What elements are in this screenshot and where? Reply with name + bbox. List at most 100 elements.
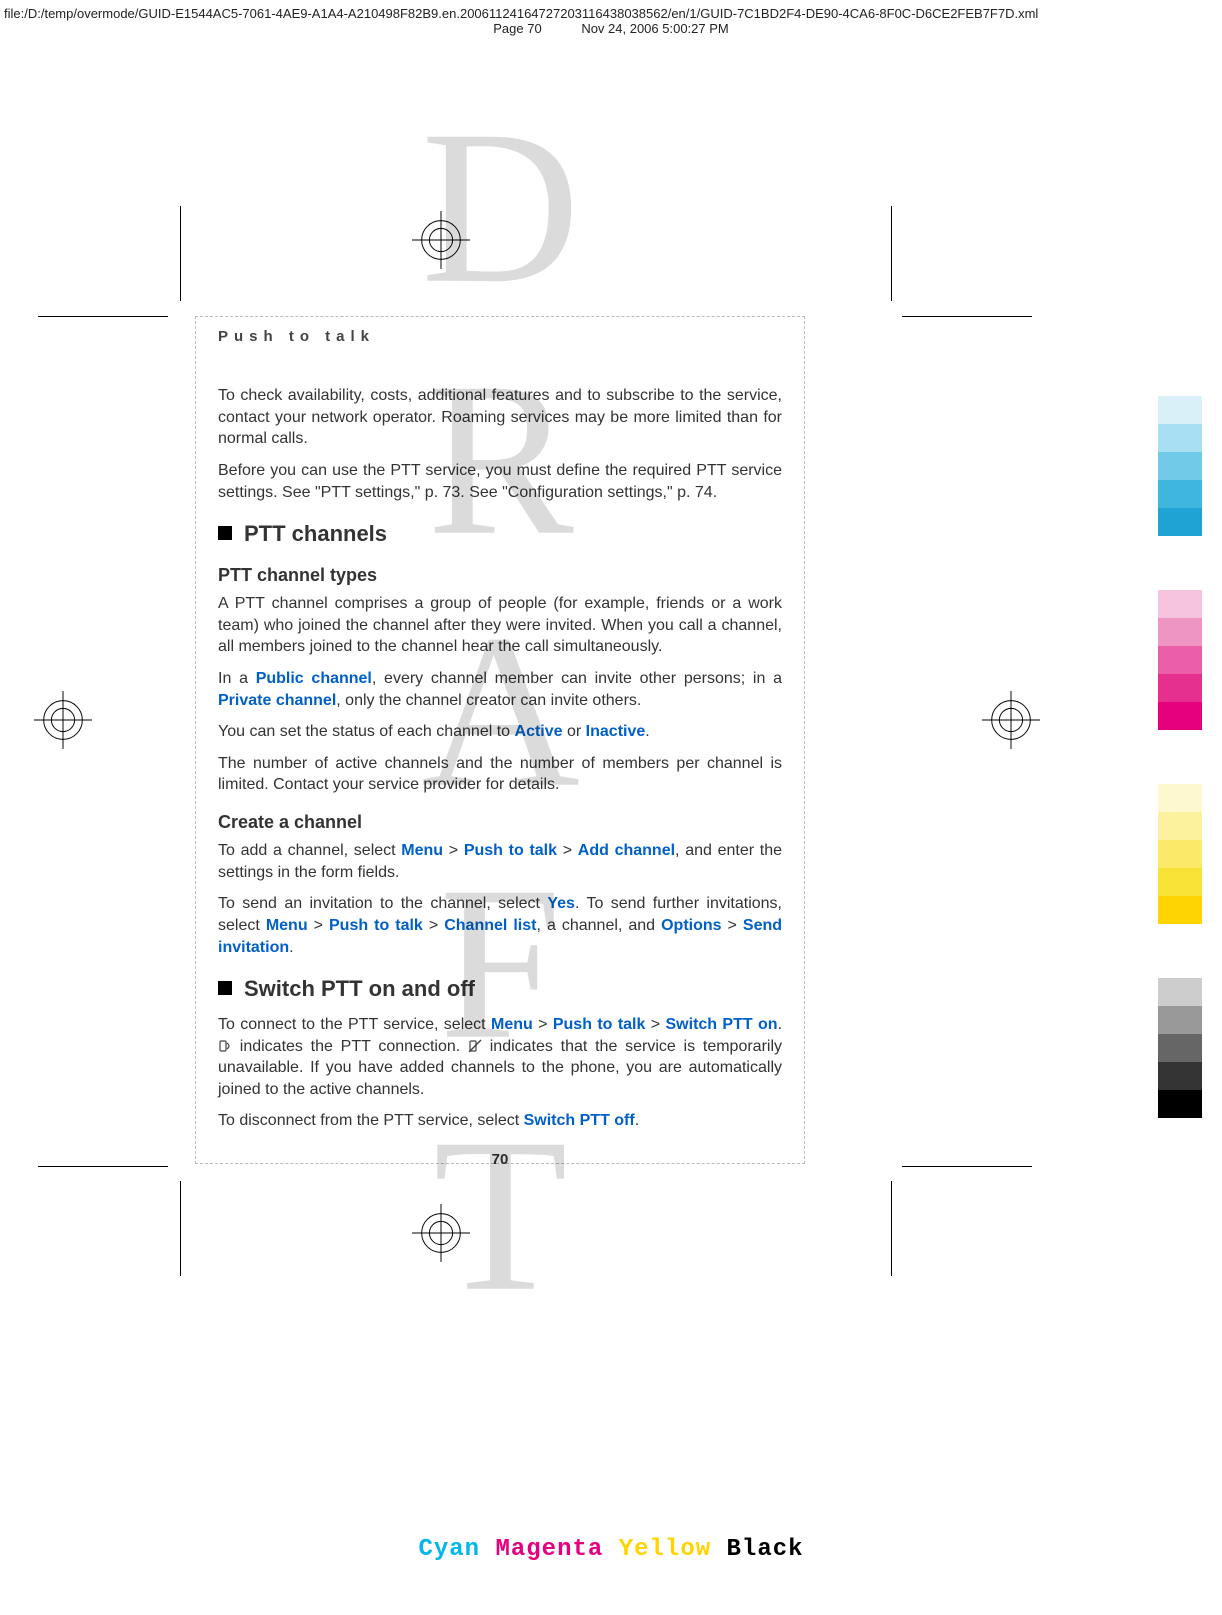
square-bullet-icon — [218, 526, 232, 540]
separator: > — [557, 842, 578, 859]
color-swatch — [1158, 396, 1202, 424]
paragraph: To disconnect from the PTT service, sele… — [218, 1110, 782, 1132]
color-swatch — [1158, 702, 1202, 730]
ptt-unavailable-icon — [468, 1038, 482, 1052]
color-swatch — [1158, 674, 1202, 702]
term-switch-off: Switch PTT off — [524, 1112, 635, 1129]
paragraph: To add a channel, select Menu > Push to … — [218, 840, 782, 883]
term-private-channel: Private channel — [218, 692, 336, 709]
registration-mark-icon — [412, 211, 470, 269]
text: In a — [218, 670, 256, 687]
text: , every channel member can invite other … — [372, 670, 782, 687]
text: To send an invitation to the channel, se… — [218, 895, 547, 912]
square-bullet-icon — [218, 981, 232, 995]
paragraph: In a Public channel, every channel membe… — [218, 668, 782, 711]
color-swatch — [1158, 646, 1202, 674]
menu-path: Menu — [491, 1016, 533, 1033]
cmyk-black: Black — [727, 1536, 804, 1563]
text: To connect to the PTT service, select — [218, 1016, 491, 1033]
header-filepath: file:/D:/temp/overmode/GUID-E1544AC5-706… — [0, 6, 1222, 21]
text: indicates the PTT connection. — [240, 1038, 468, 1055]
color-swatch — [1158, 896, 1202, 924]
color-swatch — [1158, 978, 1202, 1006]
menu-path: Push to talk — [464, 842, 557, 859]
color-swatch — [1158, 1006, 1202, 1034]
heading-create-channel: Create a channel — [218, 810, 782, 834]
separator: > — [443, 842, 464, 859]
text: To disconnect from the PTT service, sele… — [218, 1112, 524, 1129]
term-yes: Yes — [547, 895, 575, 912]
crop-mark — [180, 206, 181, 301]
menu-path: Push to talk — [329, 917, 423, 934]
color-swatch — [1158, 730, 1202, 784]
paragraph: To connect to the PTT service, select Me… — [218, 1014, 782, 1100]
menu-path: Add channel — [578, 842, 675, 859]
running-head: Push to talk — [218, 327, 782, 347]
paragraph: The number of active channels and the nu… — [218, 753, 782, 796]
separator: > — [423, 917, 444, 934]
color-swatch — [1158, 508, 1202, 536]
color-swatch — [1158, 868, 1202, 896]
separator: > — [308, 917, 329, 934]
color-swatch — [1158, 784, 1202, 812]
text: . — [635, 1112, 639, 1129]
paragraph: To check availability, costs, additional… — [218, 385, 782, 450]
paragraph: Before you can use the PTT service, you … — [218, 460, 782, 503]
color-swatch — [1158, 812, 1202, 840]
menu-path: Menu — [266, 917, 308, 934]
paragraph: You can set the status of each channel t… — [218, 721, 782, 743]
crop-mark — [38, 1166, 168, 1167]
crop-mark — [891, 206, 892, 301]
color-swatch — [1158, 590, 1202, 618]
registration-mark-icon — [982, 691, 1040, 749]
paragraph: To send an invitation to the channel, se… — [218, 893, 782, 958]
text: . — [778, 1016, 782, 1033]
color-swatch — [1158, 1090, 1202, 1118]
menu-path: Menu — [401, 842, 443, 859]
cmyk-cyan: Cyan — [418, 1536, 480, 1563]
text: , only the channel creator can invite ot… — [336, 692, 641, 709]
text: . — [289, 939, 293, 956]
registration-mark-icon — [412, 1204, 470, 1262]
separator: > — [722, 917, 743, 934]
heading-ptt-channels: PTT channels — [218, 519, 782, 549]
text: You can set the status of each channel t… — [218, 723, 515, 740]
heading-text: Switch PTT on and off — [244, 976, 475, 1001]
color-swatch — [1158, 924, 1202, 978]
crop-mark — [902, 316, 1032, 317]
term-active: Active — [515, 723, 563, 740]
term-inactive: Inactive — [586, 723, 646, 740]
text: , a channel, and — [536, 917, 661, 934]
color-swatch — [1158, 452, 1202, 480]
color-calibration-bar — [1158, 396, 1202, 1118]
header-page: Page 70 — [493, 21, 541, 36]
color-swatch — [1158, 536, 1202, 590]
content-area: DRAFT Push to talk To check availability… — [195, 316, 805, 1164]
color-swatch — [1158, 424, 1202, 452]
text: or — [563, 723, 586, 740]
color-swatch — [1158, 840, 1202, 868]
separator: > — [533, 1016, 553, 1033]
menu-path: Channel list — [444, 917, 536, 934]
page: DRAFT Push to talk To check availability… — [0, 36, 1222, 1536]
cmyk-magenta: Magenta — [495, 1536, 603, 1563]
crop-mark — [891, 1181, 892, 1276]
separator: > — [645, 1016, 665, 1033]
heading-switch-ptt: Switch PTT on and off — [218, 974, 782, 1004]
color-swatch — [1158, 480, 1202, 508]
ptt-connected-icon — [218, 1038, 232, 1052]
menu-path: Options — [661, 917, 721, 934]
cmyk-yellow: Yellow — [619, 1536, 711, 1563]
header-meta: file:/D:/temp/overmode/GUID-E1544AC5-706… — [0, 0, 1222, 36]
text: To add a channel, select — [218, 842, 401, 859]
crop-mark — [180, 1181, 181, 1276]
crop-mark — [902, 1166, 1032, 1167]
term-switch-on: Switch PTT on — [666, 1016, 778, 1033]
paragraph: A PTT channel comprises a group of peopl… — [218, 593, 782, 658]
term-public-channel: Public channel — [256, 670, 372, 687]
menu-path: Push to talk — [553, 1016, 646, 1033]
heading-text: PTT channels — [244, 521, 387, 546]
header-datetime: Nov 24, 2006 5:00:27 PM — [581, 21, 728, 36]
crop-mark — [38, 316, 168, 317]
color-swatch — [1158, 1062, 1202, 1090]
